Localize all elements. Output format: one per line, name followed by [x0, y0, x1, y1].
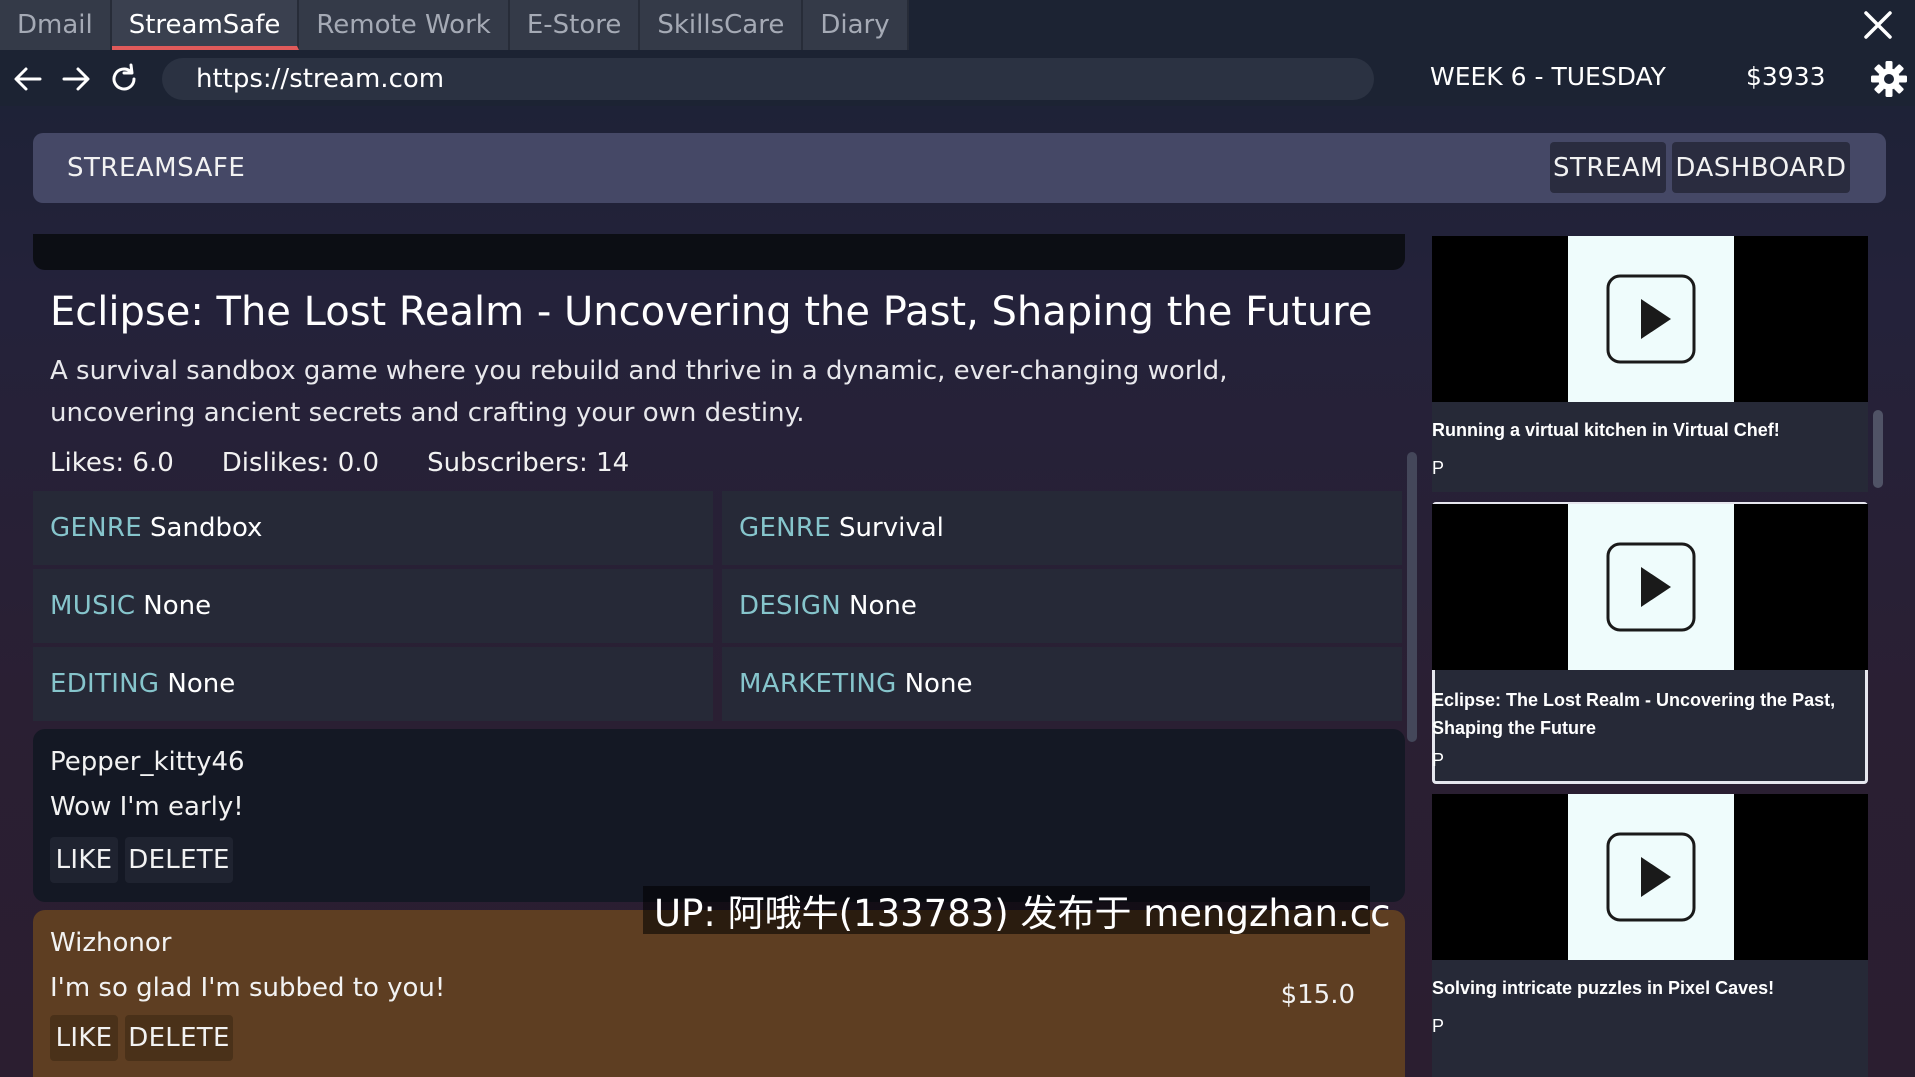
- dashboard-button[interactable]: DASHBOARD: [1672, 142, 1850, 193]
- video-card-subtitle: P: [1432, 750, 1445, 770]
- comment-message: Wow I'm early!: [50, 792, 244, 822]
- reload-icon[interactable]: [108, 63, 140, 95]
- like-button[interactable]: LIKE: [50, 1015, 118, 1061]
- app-brand: STREAMSAFE: [67, 153, 246, 183]
- money-balance: $3933: [1746, 62, 1826, 91]
- app-header: STREAMSAFE STREAM DASHBOARD: [33, 133, 1886, 203]
- video-card[interactable]: Running a virtual kitchen in Virtual Che…: [1432, 236, 1868, 492]
- dislikes-count: Dislikes: 0.0: [221, 448, 380, 478]
- browser-tab-strip: Dmail StreamSafe Remote Work E-Store Ski…: [0, 0, 1915, 50]
- main-scrollbar[interactable]: [1407, 452, 1417, 742]
- play-icon: [1606, 542, 1696, 632]
- tab-list: Dmail StreamSafe Remote Work E-Store Ski…: [0, 0, 909, 50]
- attribute-value: None: [143, 591, 212, 621]
- stream-title: Eclipse: The Lost Realm - Uncovering the…: [50, 289, 1373, 335]
- play-icon: [1606, 274, 1696, 364]
- stream-button[interactable]: STREAM: [1550, 142, 1666, 193]
- attribute-genre-1: GENRE Sandbox: [33, 491, 713, 565]
- watermark-overlay: UP: 阿哦牛(133783) 发布于 mengzhan.cc: [643, 886, 1390, 935]
- attribute-genre-2: GENRE Survival: [722, 491, 1402, 565]
- gear-icon[interactable]: [1870, 60, 1908, 98]
- tab-skillscare[interactable]: SkillsCare: [640, 0, 804, 50]
- attribute-value: Sandbox: [150, 513, 263, 543]
- comment-item: Pepper_kitty46 Wow I'm early! LIKE DELET…: [33, 729, 1405, 902]
- video-card-title: Running a virtual kitchen in Virtual Che…: [1432, 420, 1780, 440]
- video-card-title: Eclipse: The Lost Realm - Uncovering the…: [1432, 690, 1836, 738]
- video-thumbnail[interactable]: [1432, 236, 1868, 402]
- comment-message: I'm so glad I'm subbed to you!: [50, 973, 446, 1003]
- stream-stats: Likes: 6.0 Dislikes: 0.0 Subscribers: 14: [50, 448, 677, 478]
- week-indicator: WEEK 6 - TUESDAY: [1430, 62, 1666, 91]
- attribute-key: GENRE: [739, 513, 832, 543]
- video-card[interactable]: Solving intricate puzzles in Pixel Caves…: [1432, 794, 1868, 1077]
- tab-diary[interactable]: Diary: [803, 0, 909, 50]
- video-thumbnail[interactable]: [1432, 504, 1868, 670]
- url-bar[interactable]: https://stream.com: [162, 58, 1374, 100]
- attribute-key: MARKETING: [739, 669, 897, 699]
- forward-arrow-icon[interactable]: [60, 63, 92, 95]
- close-button[interactable]: [1840, 0, 1915, 50]
- subscribers-count: Subscribers: 14: [427, 448, 630, 478]
- delete-button[interactable]: DELETE: [125, 1015, 233, 1061]
- attribute-value: Survival: [839, 513, 944, 543]
- attribute-value: None: [904, 669, 973, 699]
- play-icon: [1606, 832, 1696, 922]
- video-card-subtitle: P: [1432, 1016, 1445, 1036]
- video-card-title: Solving intricate puzzles in Pixel Caves…: [1432, 978, 1775, 998]
- navigation-bar: https://stream.com WEEK 6 - TUESDAY $393…: [0, 50, 1915, 106]
- back-arrow-icon[interactable]: [12, 63, 44, 95]
- tab-remote-work[interactable]: Remote Work: [299, 0, 510, 50]
- video-thumbnail[interactable]: [1432, 794, 1868, 960]
- comment-username: Wizhonor: [50, 928, 172, 958]
- attribute-editing: EDITING None: [33, 647, 713, 721]
- attribute-marketing: MARKETING None: [722, 647, 1402, 721]
- attribute-value: None: [849, 591, 917, 621]
- delete-button[interactable]: DELETE: [125, 837, 233, 883]
- attribute-key: GENRE: [50, 513, 143, 543]
- comment-username: Pepper_kitty46: [50, 747, 245, 777]
- attribute-key: DESIGN: [739, 591, 842, 621]
- video-card-subtitle: P: [1432, 458, 1445, 478]
- video-player-bottom[interactable]: [33, 234, 1405, 270]
- donation-amount: $15.0: [1280, 980, 1355, 1010]
- stream-description: A survival sandbox game where you rebuil…: [50, 356, 1228, 428]
- video-card-selected[interactable]: Eclipse: The Lost Realm - Uncovering the…: [1432, 502, 1868, 784]
- tab-dmail[interactable]: Dmail: [0, 0, 112, 50]
- likes-count: Likes: 6.0: [50, 448, 174, 478]
- attribute-value: None: [167, 669, 236, 699]
- attribute-design: DESIGN None: [722, 569, 1402, 643]
- sidebar-scrollbar[interactable]: [1873, 410, 1883, 488]
- attribute-key: EDITING: [50, 669, 160, 699]
- attribute-key: MUSIC: [50, 591, 136, 621]
- attribute-music: MUSIC None: [33, 569, 713, 643]
- like-button[interactable]: LIKE: [50, 837, 118, 883]
- tab-e-store[interactable]: E-Store: [509, 0, 641, 50]
- url-text: https://stream.com: [196, 64, 445, 94]
- tab-streamsafe[interactable]: StreamSafe: [111, 0, 300, 50]
- close-icon: [1863, 11, 1892, 39]
- video-sidebar: Running a virtual kitchen in Virtual Che…: [1430, 234, 1870, 1077]
